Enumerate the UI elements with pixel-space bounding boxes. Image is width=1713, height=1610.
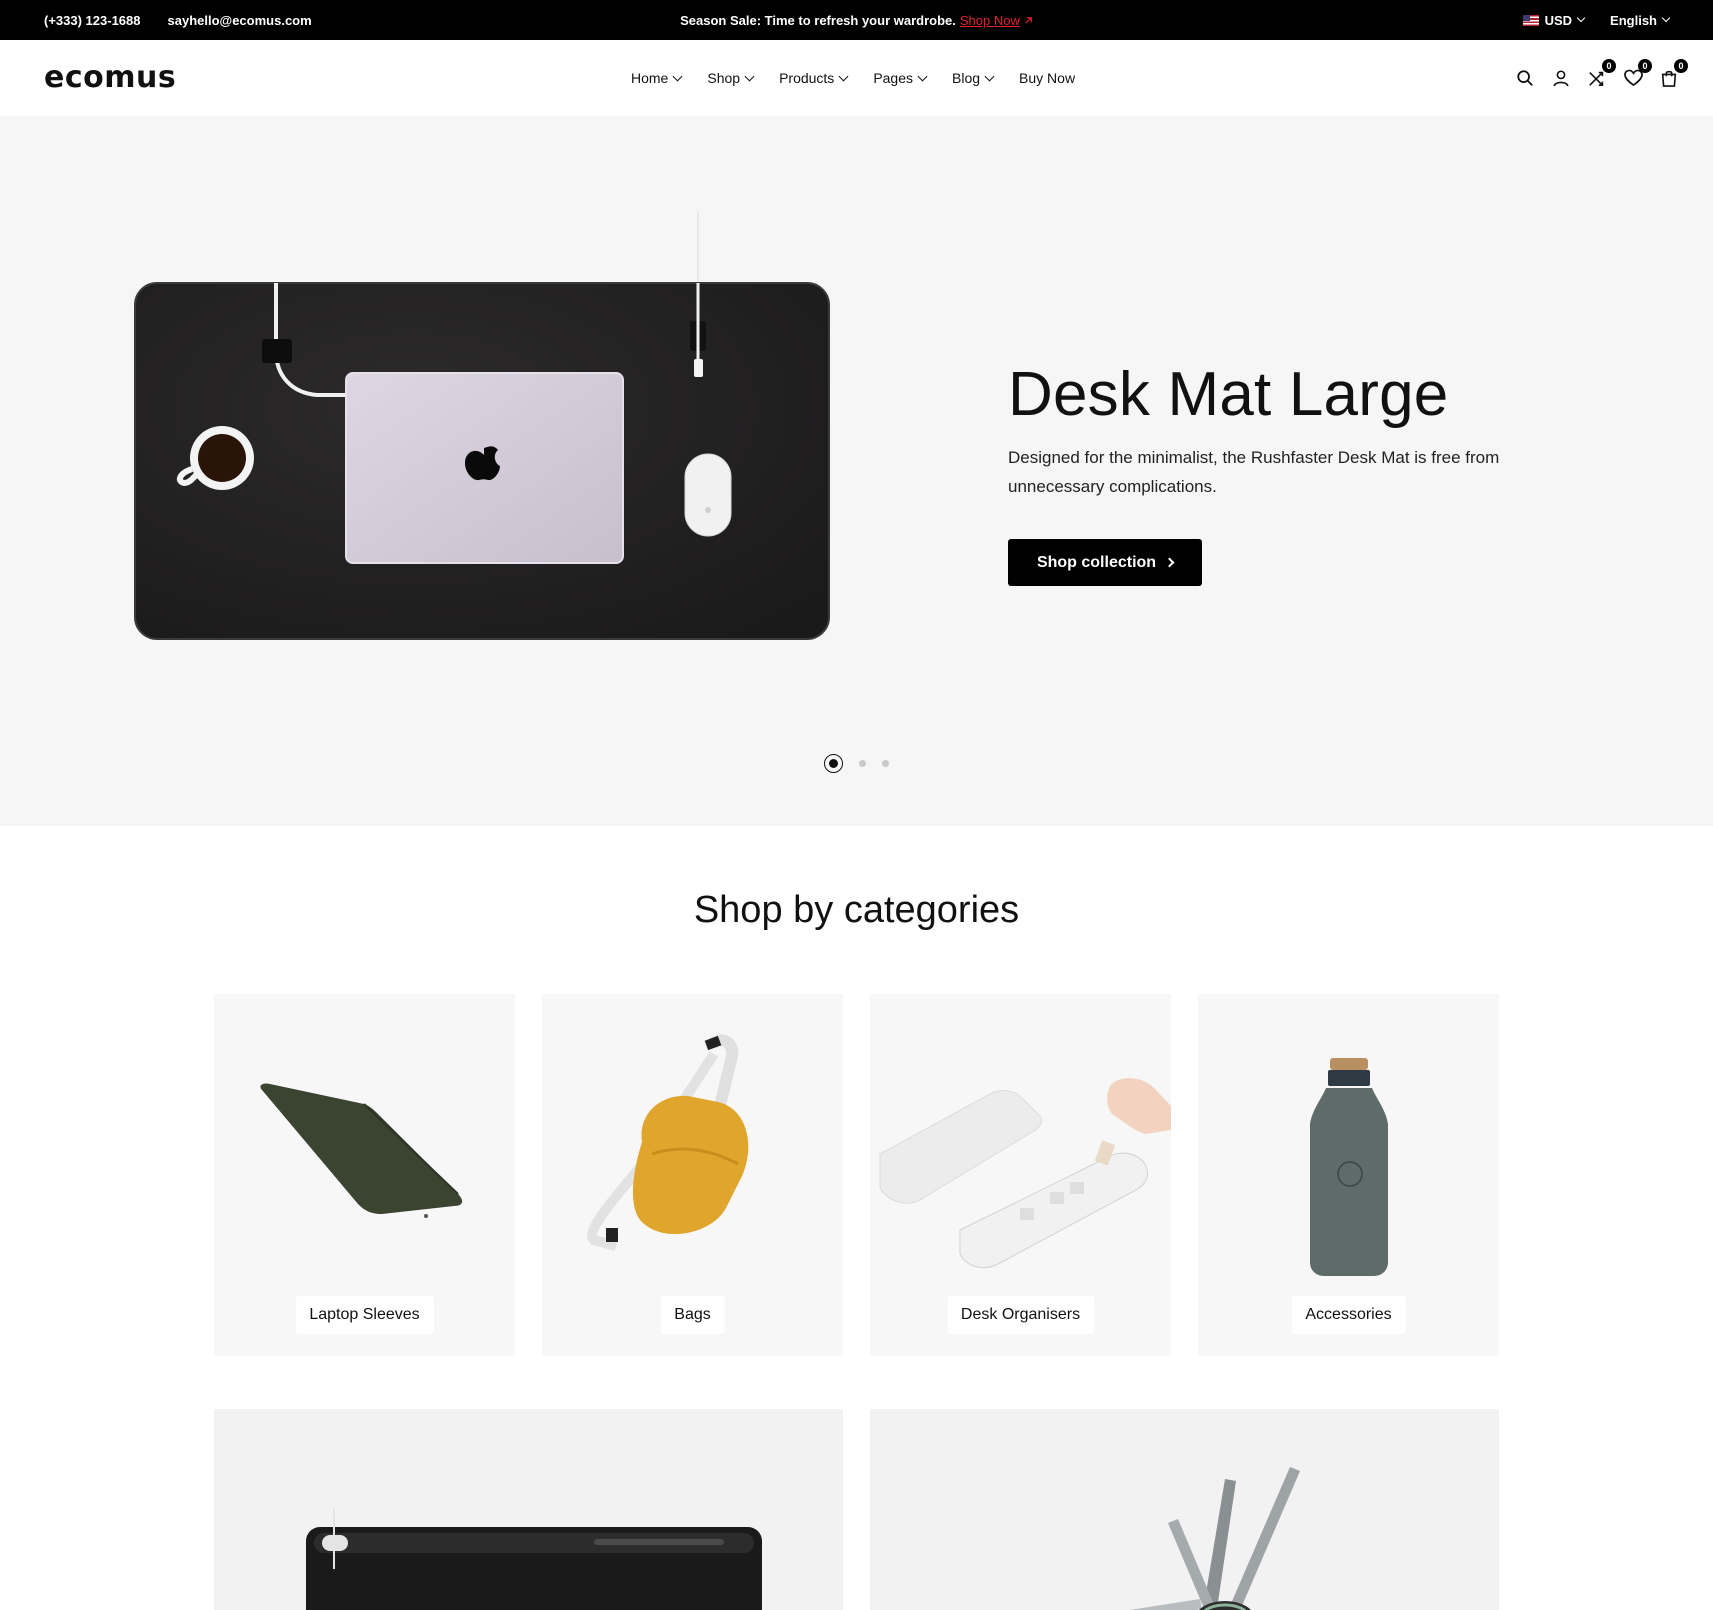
account-button[interactable]: [1551, 68, 1571, 88]
featured-grid: [214, 1409, 1499, 1610]
featured-card-desk-tray[interactable]: [214, 1409, 843, 1610]
chevron-right-icon: [1164, 557, 1175, 568]
shop-collection-button[interactable]: Shop collection: [1008, 539, 1202, 586]
shop-now-link[interactable]: Shop Now: [960, 13, 1033, 28]
language-selector[interactable]: English: [1610, 12, 1671, 28]
slider-dot-1[interactable]: [824, 754, 843, 773]
cart-count-badge: 0: [1674, 59, 1688, 73]
main-nav: Home Shop Products Pages Blog Buy Now: [631, 40, 1075, 116]
bag-image: [587, 1034, 749, 1251]
hero-description: Designed for the minimalist, the Rushfas…: [1008, 448, 1500, 496]
promo-text: Season Sale: Time to refresh your wardro…: [680, 12, 956, 28]
chevron-down-icon: [984, 71, 995, 81]
us-flag-icon: [1522, 14, 1539, 26]
shopping-bag-icon: [1661, 70, 1677, 87]
search-icon: [1517, 70, 1533, 86]
promo-message: Season Sale: Time to refresh your wardro…: [0, 0, 1713, 40]
chevron-down-icon: [1576, 13, 1586, 23]
nav-item-pages[interactable]: Pages: [873, 70, 928, 86]
nav-label: Products: [779, 70, 835, 86]
category-label: Bags: [660, 1296, 725, 1334]
currency-label: USD: [1544, 12, 1573, 28]
chevron-down-icon: [1661, 13, 1671, 23]
cart-button[interactable]: 0: [1659, 59, 1688, 88]
nav-label: Buy Now: [1019, 70, 1076, 86]
shop-collection-label: Shop collection: [1036, 553, 1157, 571]
hero-slider: Desk Mat Large Designed for the minimali…: [0, 116, 1713, 826]
shop-now-label: Shop Now: [959, 12, 1020, 28]
nav-label: Shop: [707, 70, 741, 86]
nav-label: Pages: [873, 70, 914, 86]
user-icon: [1553, 70, 1569, 87]
compare-button[interactable]: 0: [1587, 59, 1616, 88]
compare-icon: [1589, 71, 1604, 87]
wishlist-button[interactable]: 0: [1623, 59, 1652, 88]
nav-item-shop[interactable]: Shop: [707, 70, 755, 86]
chevron-down-icon: [744, 71, 755, 81]
site-logo[interactable]: ecomus: [44, 60, 176, 95]
desk-tray-image: [306, 1509, 762, 1610]
desk-organiser-image: [879, 1078, 1171, 1269]
nav-label: Home: [631, 70, 669, 86]
water-bottle-image: [1310, 1058, 1388, 1276]
language-label: English: [1610, 12, 1657, 28]
category-label: Desk Organisers: [946, 1296, 1095, 1334]
announcement-bar: (+333) 123-1688 sayhello@ecomus.com Seas…: [0, 0, 1713, 40]
category-grid: Laptop Sleeves Bags Desk Organisers Acce…: [214, 994, 1499, 1356]
chevron-down-icon: [917, 71, 928, 81]
wishlist-count-badge: 0: [1638, 59, 1652, 73]
nav-item-blog[interactable]: Blog: [952, 70, 995, 86]
currency-selector[interactable]: USD: [1522, 12, 1586, 28]
keys-image: [1129, 1467, 1300, 1610]
category-label: Laptop Sleeves: [295, 1296, 434, 1334]
nav-label: Blog: [952, 70, 981, 86]
compare-count-badge: 0: [1602, 59, 1616, 73]
chevron-down-icon: [672, 71, 683, 81]
site-header: ecomus Home Shop Products Pages Blog Buy…: [0, 40, 1713, 116]
slider-dot-2[interactable]: [859, 760, 866, 767]
category-card-accessories[interactable]: Accessories: [1198, 994, 1499, 1356]
nav-item-buy-now[interactable]: Buy Now: [1019, 70, 1075, 86]
category-card-bags[interactable]: Bags: [542, 994, 843, 1356]
laptop-sleeve-image: [260, 1083, 463, 1218]
chevron-down-icon: [838, 71, 849, 81]
nav-item-home[interactable]: Home: [631, 70, 683, 86]
desk-mat-image: [134, 211, 830, 640]
hero-title: Desk Mat Large: [1008, 360, 1449, 429]
nav-item-products[interactable]: Products: [779, 70, 849, 86]
slider-pagination: [0, 754, 1713, 773]
categories-heading: Shop by categories: [693, 889, 1020, 931]
category-card-desk-organisers[interactable]: Desk Organisers: [870, 994, 1171, 1356]
slider-dot-3[interactable]: [882, 760, 889, 767]
search-button[interactable]: [1515, 68, 1535, 88]
category-label: Accessories: [1291, 1296, 1406, 1334]
featured-card-key-organiser[interactable]: [870, 1409, 1499, 1610]
heart-icon: [1623, 69, 1643, 87]
category-card-laptop-sleeves[interactable]: Laptop Sleeves: [214, 994, 515, 1356]
arrow-up-right-icon: [1025, 16, 1032, 24]
